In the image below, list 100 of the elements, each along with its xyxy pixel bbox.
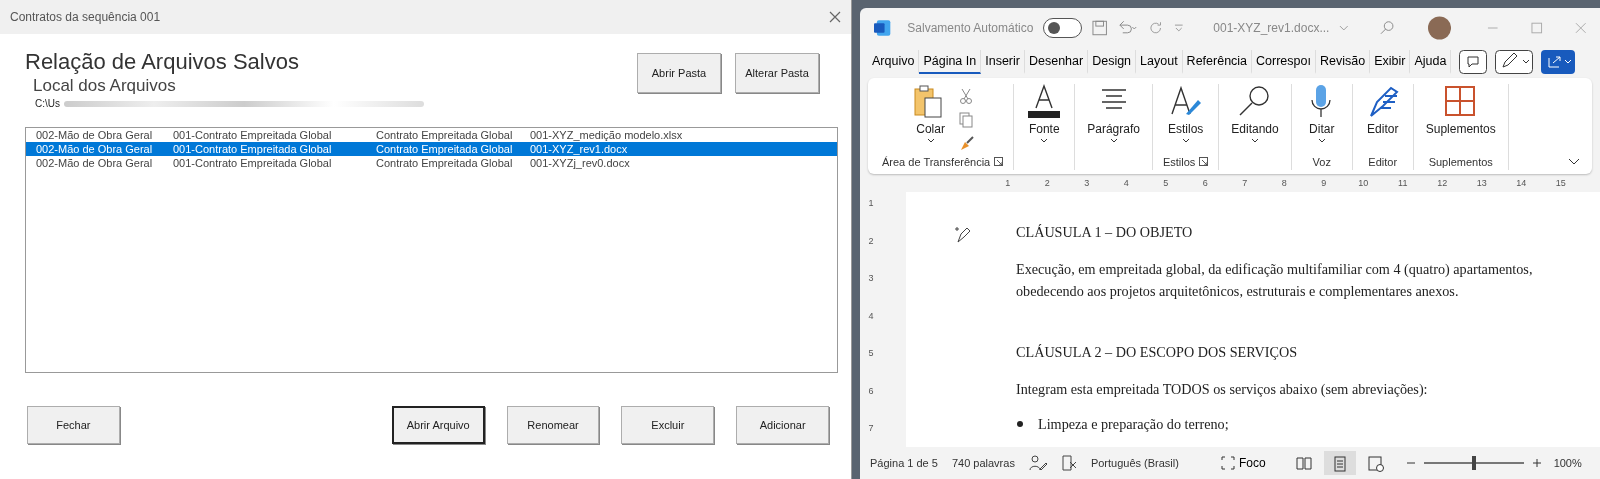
accessibility-icon[interactable] [1028, 455, 1047, 471]
ribbon-tab[interactable]: Desenhar [1024, 49, 1089, 75]
avatar-icon[interactable] [1428, 16, 1452, 40]
collapse-ribbon-icon[interactable] [1568, 158, 1580, 166]
proofing-icon[interactable] [1060, 455, 1077, 471]
folder-path: C:\Us [35, 97, 60, 111]
file-cell: 001-XYZ_rev1.docx [530, 142, 628, 156]
group-label: Editor [1368, 154, 1398, 170]
save-icon[interactable] [1091, 20, 1108, 36]
heading: Relação de Arquivos Salvos [25, 48, 300, 76]
font-color-icon [1026, 84, 1063, 120]
file-cell-text: 002-Mão de Obra Geral [36, 156, 154, 170]
file-cell-text: 001-Contrato Empreitada Global [173, 142, 333, 156]
file-cell-text: 002-Mão de Obra Geral [36, 142, 154, 156]
ruler-number: 1 [1004, 177, 1012, 191]
focus-button[interactable]: Foco [1212, 451, 1274, 475]
ruler-number: 3 [868, 272, 874, 285]
file-row[interactable]: 002-Mão de Obra Geral 001-Contrato Empreitada Global Contrato Empreitada Global 001-XYZ_medição modelo.xlsx [26, 128, 837, 142]
view-icon [1331, 455, 1348, 472]
group-label: Área de Transferência [882, 154, 991, 170]
file-cell: 001-XYZ_medição modelo.xlsx [530, 128, 683, 142]
folder-button[interactable]: Alterar Pasta [735, 53, 819, 93]
ribbon-button[interactable]: Parágrafo [1085, 84, 1142, 156]
file-row[interactable]: 002-Mão de Obra Geral 001-Contrato Empreitada Global Contrato Empreitada Global 001-XYZj_rev0.docx [26, 156, 837, 170]
share-icon[interactable] [1541, 50, 1576, 74]
ribbon-tab[interactable]: Arquivo [868, 49, 920, 75]
file-cell: 001-XYZj_rev0.docx [530, 156, 630, 170]
group-label: Estilos [1162, 154, 1196, 170]
autosave-toggle[interactable] [1043, 18, 1082, 38]
comment-icon[interactable] [1459, 50, 1488, 74]
copy-icon[interactable] [958, 112, 973, 128]
ruler-number: 1 [868, 197, 874, 210]
pen-icon[interactable] [1495, 50, 1534, 74]
autosave-label: Salvamento Automático [907, 20, 1034, 37]
close-icon[interactable] [829, 11, 841, 23]
group-label: Voz [1312, 154, 1331, 170]
undo-icon[interactable] [1117, 20, 1139, 36]
bullet-icon [1016, 420, 1024, 429]
dialog-button[interactable]: Fechar [27, 406, 120, 444]
ruler-number: 2 [1043, 177, 1051, 191]
ribbon-tab[interactable]: Exibir [1370, 49, 1411, 75]
dialog-button[interactable]: Renomear [506, 406, 600, 444]
ribbon-tab[interactable]: Ajuda [1410, 49, 1452, 75]
zoom-thumb[interactable] [1471, 456, 1476, 470]
file-cell-text: Contrato Empreitada Global [376, 156, 514, 170]
ruler-number: 10 [1357, 177, 1370, 191]
file-cell-text: 002-Mão de Obra Geral [36, 128, 154, 142]
ruler-number: 4 [868, 309, 874, 323]
ribbon-tab[interactable]: Revisão [1315, 49, 1371, 75]
subheading: Local dos Arquivos [33, 76, 177, 96]
ruler-number: 2 [868, 234, 874, 248]
launcher-icon[interactable] [1199, 157, 1209, 167]
focus-icon [1220, 456, 1235, 470]
ribbon-button[interactable]: Editor [1362, 84, 1403, 154]
group-label: Suplementos [1428, 154, 1493, 170]
ribbon-tab[interactable]: Referência [1182, 49, 1253, 75]
clause-heading: CLÁUSULA 2 – DO ESCOPO DOS SERVIÇOS [1016, 342, 1299, 362]
ribbon-button[interactable]: Ditar [1301, 84, 1342, 154]
file-row[interactable]: 002-Mão de Obra Geral 001-Contrato Empreitada Global Contrato Empreitada Global 001-XYZ_rev1.docx [26, 142, 837, 156]
ribbon-tab[interactable]: Design [1088, 49, 1137, 75]
list-item: Limpeza e preparação do terreno; [1038, 415, 1229, 435]
brush-icon[interactable] [958, 136, 975, 152]
file-list[interactable] [25, 127, 838, 373]
dialog-button[interactable]: Adicionar [736, 406, 829, 444]
file-cell-text: 001-Contrato Empreitada Global [173, 128, 333, 142]
ruler-number: 11 [1397, 177, 1409, 191]
dialog-button[interactable]: Excluir [621, 406, 715, 444]
ruler-number: 15 [1554, 177, 1567, 191]
ruler-number: 9 [1320, 177, 1328, 191]
view-print-button[interactable] [1323, 451, 1356, 475]
zoom-in-icon[interactable] [1531, 458, 1542, 468]
ribbon-tab[interactable]: Página In [919, 49, 982, 75]
clause-heading: CLÁUSULA 1 – DO OBJETO [1016, 223, 1194, 242]
ruler-number: 12 [1436, 177, 1449, 191]
ruler-number: 7 [1241, 177, 1249, 191]
launcher-icon[interactable] [994, 157, 1004, 167]
ribbon-button[interactable]: Suplementos [1423, 84, 1498, 154]
ribbon-tab[interactable]: Layout [1136, 49, 1183, 75]
view-icon [1295, 455, 1312, 472]
ribbon-button[interactable]: Fonte [1024, 84, 1065, 156]
sparkle-pen-icon[interactable] [954, 226, 972, 244]
word-count[interactable]: 740 palavras [951, 454, 1015, 472]
ribbon-button[interactable]: Colar [910, 84, 951, 154]
ruler-number: 13 [1475, 177, 1488, 191]
ribbon-tab[interactable]: Inserir [981, 49, 1025, 75]
ribbon-tab[interactable]: Correspoı [1252, 49, 1316, 75]
ruler-number: 7 [868, 422, 874, 435]
app-logo-icon [874, 19, 892, 37]
window-title: Contratos da sequência 001 [10, 9, 161, 26]
dialog-button[interactable]: Abrir Arquivo [391, 406, 485, 444]
ribbon-button[interactable]: Estilos [1165, 84, 1206, 154]
zoom-level[interactable]: 100% [1553, 454, 1582, 472]
file-cell-text: 001-Contrato Empreitada Global [173, 156, 333, 170]
folder-button[interactable]: Abrir Pasta [637, 53, 721, 93]
scissors-icon[interactable] [958, 88, 973, 104]
ribbon-button[interactable]: Editando [1229, 84, 1281, 156]
ruler-number: 6 [868, 384, 874, 398]
language-status[interactable]: Português (Brasil) [1090, 454, 1179, 472]
page-count[interactable]: Página 1 de 5 [870, 454, 938, 472]
body-paragraph: Integram esta empreitada TODOS os serviços abaixo (sem abreviações): [1016, 380, 1429, 400]
